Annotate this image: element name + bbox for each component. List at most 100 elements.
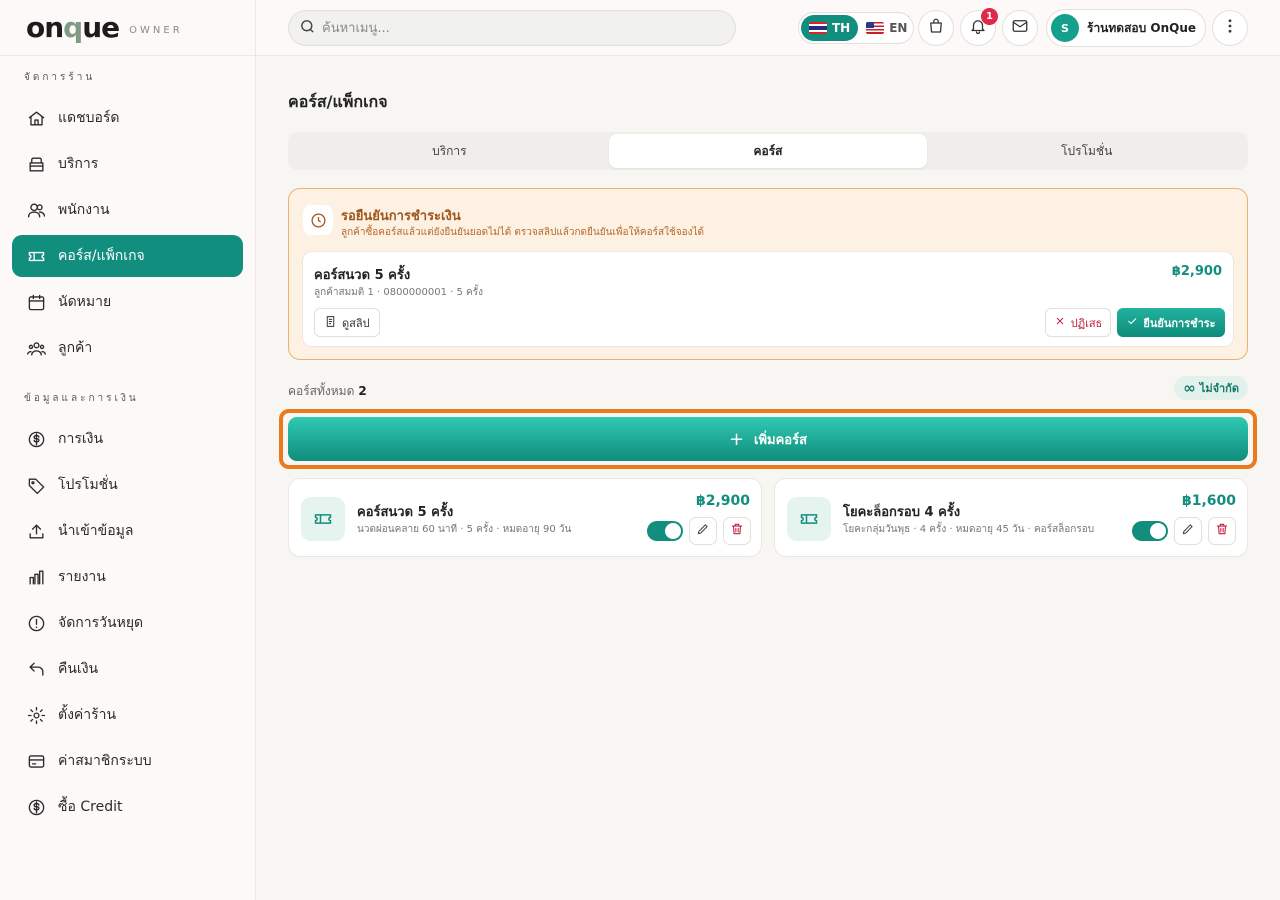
pending-title: รอยืนยันการชำระเงิน	[341, 209, 461, 224]
trash-icon	[1215, 522, 1229, 540]
sidebar-item-label: นำเข้าข้อมูล	[58, 523, 134, 539]
page-title: คอร์ส/แพ็กเกจ	[288, 92, 388, 111]
sidebar-item-label: คืนเงิน	[58, 661, 99, 677]
pending-subtitle: ลูกค้าซื้อคอร์สแล้วแต่ยังยืนยันยอดไม่ได้…	[341, 227, 705, 238]
pencil-icon	[1181, 522, 1195, 540]
upload-icon	[26, 521, 46, 541]
alert-circle-icon	[26, 613, 46, 633]
shop-account-button[interactable]: S ร้านทดสอบ OnQue	[1046, 9, 1206, 47]
mail-icon	[1011, 17, 1029, 39]
course-active-toggle[interactable]	[647, 521, 683, 541]
sidebar-item-subscription[interactable]: ค่าสมาชิกระบบ	[12, 740, 243, 782]
topbar: TH EN 1 S ร้านทดสอบ OnQue	[256, 0, 1280, 56]
sidebar-item-services[interactable]: บริการ	[12, 143, 243, 185]
lang-th-label: TH	[832, 21, 851, 35]
pending-payment-panel: รอยืนยันการชำระเงิน ลูกค้าซื้อคอร์สแล้วแ…	[288, 188, 1248, 360]
shop-name: ร้านทดสอบ OnQue	[1087, 20, 1197, 35]
course-meta: โยคะกลุ่มวันพุธ · 4 ครั้ง · หมดอายุ 45 ว…	[843, 524, 1095, 535]
delete-course-button[interactable]	[1208, 517, 1236, 545]
sidebar-item-label: โปรโมชั่น	[58, 477, 118, 493]
edit-course-button[interactable]	[689, 517, 717, 545]
course-active-toggle[interactable]	[1132, 521, 1168, 541]
lang-th-button[interactable]: TH	[801, 15, 859, 41]
add-course-button[interactable]: + เพิ่มคอร์ส	[288, 417, 1248, 461]
undo-icon	[26, 659, 46, 679]
course-price: ฿2,900	[695, 493, 750, 509]
search-icon	[299, 18, 316, 39]
ticket-icon	[301, 497, 345, 541]
sidebar-item-shop-settings[interactable]: ตั้งค่าร้าน	[12, 694, 243, 736]
more-options-button[interactable]	[1212, 10, 1248, 46]
home-icon	[26, 108, 46, 128]
us-flag-icon	[866, 22, 885, 34]
sidebar-item-customers[interactable]: ลูกค้า	[12, 327, 243, 369]
shopping-bag-icon	[927, 17, 945, 39]
tab-services[interactable]: บริการ	[290, 134, 609, 168]
confirm-label: ยืนยันการชำระ	[1143, 316, 1216, 330]
sidebar: onque OWNER จัดการร้าน แดชบอร์ด บริการ พ…	[0, 0, 256, 900]
course-meta: นวดผ่อนคลาย 60 นาที · 5 ครั้ง · หมดอายุ …	[357, 524, 572, 535]
gear-icon	[26, 705, 46, 725]
dollar-circle-icon	[26, 797, 46, 817]
unlimited-badge: ∞ ไม่จำกัด	[1174, 376, 1248, 400]
brand-logo[interactable]: onque	[26, 11, 120, 44]
check-icon	[1126, 315, 1143, 330]
section-title-finance: ข้อมูลและการเงิน	[24, 393, 139, 404]
sidebar-item-label: รายงาน	[58, 569, 106, 585]
sidebar-item-refunds[interactable]: คืนเงิน	[12, 648, 243, 690]
users-icon	[26, 200, 46, 220]
course-price: ฿1,600	[1181, 493, 1236, 509]
sidebar-item-staff[interactable]: พนักงาน	[12, 189, 243, 231]
sidebar-item-label: จัดการวันหยุด	[58, 615, 144, 631]
ticket-icon	[787, 497, 831, 541]
tab-courses[interactable]: คอร์ส	[608, 134, 928, 168]
courses-count: คอร์สทั้งหมด 2	[288, 382, 367, 401]
reject-label: ปฏิเสธ	[1070, 316, 1103, 330]
cart-button[interactable]	[918, 10, 954, 46]
reject-button[interactable]: ปฏิเสธ	[1045, 308, 1111, 337]
sidebar-item-courses[interactable]: คอร์ส/แพ็กเกจ	[12, 235, 243, 277]
sidebar-item-buy-credit[interactable]: ซื้อ Credit	[12, 786, 243, 828]
sidebar-item-label: บริการ	[58, 156, 99, 172]
tab-promotions[interactable]: โปรโมชั่น	[927, 134, 1246, 168]
pending-item-price: ฿2,900	[1171, 264, 1222, 279]
search-input[interactable]	[322, 20, 702, 36]
pending-item-name: คอร์สนวด 5 ครั้ง	[314, 268, 411, 283]
course-name: โยคะล็อกรอบ 4 ครั้ง	[843, 505, 961, 520]
sidebar-item-promotions[interactable]: โปรโมชั่น	[12, 464, 243, 506]
sidebar-item-label: แดชบอร์ด	[58, 110, 120, 126]
courses-count-row: คอร์สทั้งหมด 2 ∞ ไม่จำกัด	[288, 376, 1248, 401]
add-course-label: เพิ่มคอร์ส	[754, 432, 808, 448]
sidebar-item-import[interactable]: นำเข้าข้อมูล	[12, 510, 243, 552]
notifications-button[interactable]: 1	[960, 8, 998, 46]
view-slip-button[interactable]: ดูสลิป	[314, 308, 380, 337]
pencil-icon	[696, 522, 710, 540]
sidebar-item-reports[interactable]: รายงาน	[12, 556, 243, 598]
infinity-icon: ∞	[1183, 379, 1196, 397]
sidebar-item-appointments[interactable]: นัดหมาย	[12, 281, 243, 323]
sidebar-item-label: การเงิน	[58, 431, 104, 447]
tag-icon	[26, 475, 46, 495]
sidebar-item-label: พนักงาน	[58, 202, 110, 218]
delete-course-button[interactable]	[723, 517, 751, 545]
clock-icon	[303, 205, 333, 235]
confirm-payment-button[interactable]: ยืนยันการชำระ	[1117, 308, 1225, 337]
notification-badge: 1	[981, 8, 998, 25]
calendar-icon	[26, 292, 46, 312]
courses-count-number: 2	[358, 384, 367, 398]
messages-button[interactable]	[1002, 10, 1038, 46]
sidebar-item-label: ลูกค้า	[58, 340, 93, 356]
trash-icon	[730, 522, 744, 540]
search-box[interactable]	[288, 10, 736, 46]
lang-en-button[interactable]: EN	[858, 15, 915, 41]
edit-course-button[interactable]	[1174, 517, 1202, 545]
receipt-icon	[324, 315, 342, 331]
sidebar-item-finance[interactable]: การเงิน	[12, 418, 243, 460]
course-card: โยคะล็อกรอบ 4 ครั้ง โยคะกลุ่มวันพุธ · 4 …	[774, 478, 1248, 557]
bar-chart-icon	[26, 567, 46, 587]
sidebar-item-holidays[interactable]: จัดการวันหยุด	[12, 602, 243, 644]
sidebar-item-label: คอร์ส/แพ็กเกจ	[58, 248, 145, 264]
view-slip-label: ดูสลิป	[342, 316, 370, 330]
course-card: คอร์สนวด 5 ครั้ง นวดผ่อนคลาย 60 นาที · 5…	[288, 478, 762, 557]
sidebar-item-dashboard[interactable]: แดชบอร์ด	[12, 97, 243, 139]
